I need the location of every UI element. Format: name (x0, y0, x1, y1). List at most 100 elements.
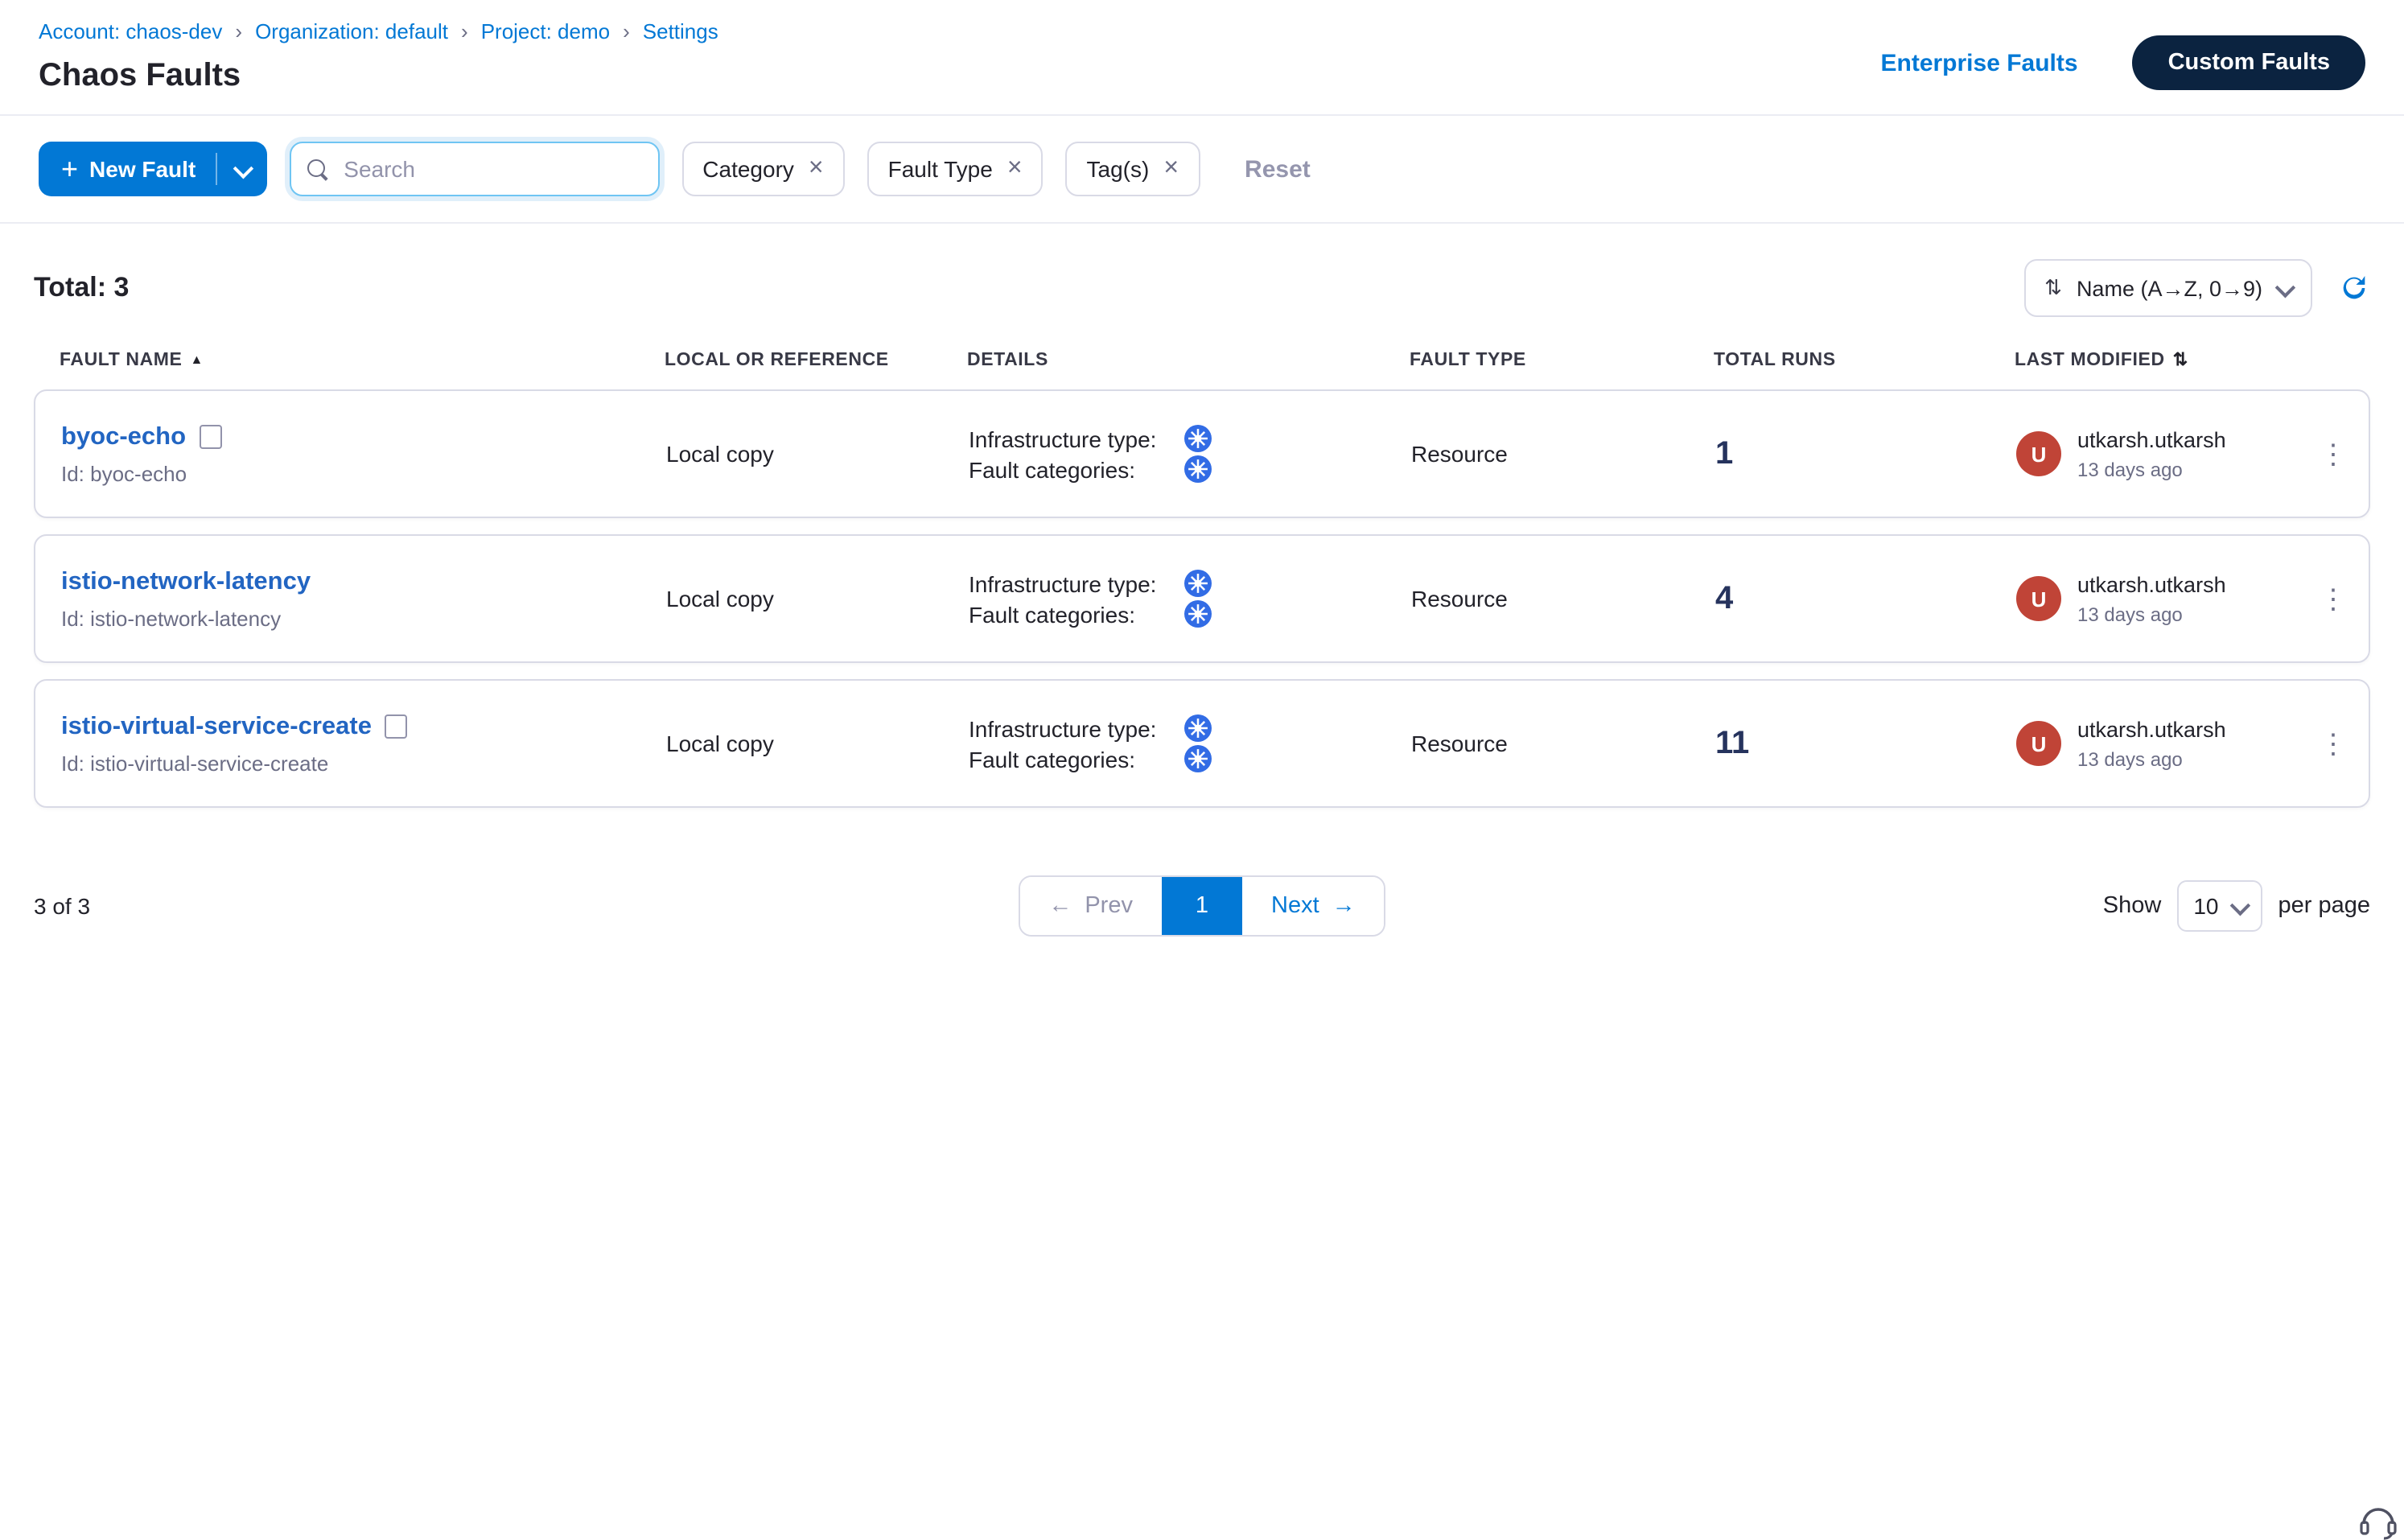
local-or-reference-cell: Local copy (666, 731, 969, 756)
modified-by: utkarsh.utkarsh (2077, 717, 2226, 741)
infrastructure-type-label: Infrastructure type: (969, 715, 1165, 741)
fault-name-link[interactable]: istio-network-latency (61, 567, 311, 596)
pagination-controls: ← Prev 1 Next → (1018, 875, 1385, 937)
infrastructure-type-label: Infrastructure type: (969, 426, 1165, 451)
filter-chip-category[interactable]: Category × (681, 142, 844, 196)
search-input[interactable] (340, 154, 641, 183)
fault-name-link[interactable]: byoc-echo (61, 422, 186, 451)
fault-id: Id: byoc-echo (61, 461, 666, 485)
sort-dropdown-label: Name (A→Z, 0→9) (2077, 276, 2262, 300)
column-header-fault-type: FAULT TYPE (1410, 350, 1714, 369)
fault-category-icon (1184, 455, 1212, 483)
filter-chip-label: Fault Type (888, 156, 993, 182)
column-header-fault-name[interactable]: FAULT NAME ▲ (60, 350, 665, 369)
fault-type-cell: Resource (1411, 586, 1715, 611)
filter-chip-label: Category (702, 156, 794, 182)
modified-at: 13 days ago (2077, 458, 2226, 480)
close-icon[interactable]: × (1163, 156, 1179, 182)
total-runs-cell: 4 (1715, 580, 2016, 617)
sort-both-icon: ⇅ (2173, 349, 2188, 370)
fault-categories-label: Fault categories: (969, 456, 1165, 482)
page-title: Chaos Faults (39, 58, 718, 95)
table-row: byoc-echo Id: byoc-echo Local copy Infra… (34, 389, 2370, 518)
toolbar: + New Fault Category × Fault Type × Tag(… (0, 116, 2404, 224)
column-header-details: DETAILS (967, 350, 1410, 369)
sort-ascending-icon: ▲ (191, 352, 204, 367)
page-number-button[interactable]: 1 (1162, 877, 1242, 935)
close-icon[interactable]: × (809, 156, 824, 182)
total-runs-cell: 1 (1715, 435, 2016, 472)
chevron-right-icon: › (623, 19, 630, 43)
kebab-menu-icon[interactable]: ⋮ (2313, 579, 2353, 619)
next-page-button[interactable]: Next → (1242, 877, 1385, 935)
table-row: istio-virtual-service-create Id: istio-v… (34, 679, 2370, 808)
show-label: Show (2103, 893, 2162, 919)
page-header: Account: chaos-dev › Organization: defau… (0, 0, 2404, 116)
kubernetes-icon (1184, 570, 1212, 597)
enterprise-faults-link[interactable]: Enterprise Faults (1881, 49, 2078, 76)
table-row: istio-network-latency Id: istio-network-… (34, 534, 2370, 663)
page-size-select[interactable]: 10 (2177, 880, 2262, 932)
pagination: 3 of 3 ← Prev 1 Next → Show 10 per page (34, 875, 2370, 937)
page-size-value: 10 (2193, 893, 2218, 919)
fault-type-cell: Resource (1411, 441, 1715, 467)
column-header-last-modified[interactable]: LAST MODIFIED ⇅ (2015, 349, 2299, 370)
reset-filters-button[interactable]: Reset (1245, 155, 1311, 183)
fault-icon (199, 425, 221, 449)
modified-at: 13 days ago (2077, 603, 2226, 625)
custom-faults-button[interactable]: Custom Faults (2133, 35, 2365, 90)
chevron-right-icon: › (461, 19, 468, 43)
prev-page-button[interactable]: ← Prev (1019, 877, 1162, 935)
fault-categories-label: Fault categories: (969, 601, 1165, 627)
headset-icon[interactable] (2357, 1501, 2399, 1540)
fault-type-cell: Resource (1411, 731, 1715, 756)
local-or-reference-cell: Local copy (666, 441, 969, 467)
chevron-right-icon: › (235, 19, 242, 43)
modified-at: 13 days ago (2077, 747, 2226, 770)
avatar: U (2016, 431, 2061, 476)
local-or-reference-cell: Local copy (666, 586, 969, 611)
pagination-count: 3 of 3 (34, 893, 1018, 919)
filter-chip-fault-type[interactable]: Fault Type × (867, 142, 1044, 196)
column-header-total-runs: TOTAL RUNS (1714, 350, 2015, 369)
close-icon[interactable]: × (1007, 156, 1023, 182)
avatar: U (2016, 721, 2061, 766)
sort-dropdown[interactable]: ⇅ Name (A→Z, 0→9) (2023, 259, 2312, 317)
chevron-down-icon (233, 158, 253, 178)
chevron-down-icon (2275, 277, 2295, 297)
arrow-right-icon: → (1332, 893, 1356, 919)
avatar: U (2016, 576, 2061, 621)
infrastructure-type-label: Infrastructure type: (969, 570, 1165, 596)
chaos-faults-page: Account: chaos-dev › Organization: defau… (0, 0, 2404, 1540)
breadcrumb-settings[interactable]: Settings (643, 19, 718, 43)
total-runs-cell: 11 (1715, 725, 2016, 762)
breadcrumb-organization[interactable]: Organization: default (255, 19, 448, 43)
new-fault-label: New Fault (89, 156, 196, 182)
chevron-down-icon (2229, 895, 2250, 915)
breadcrumb: Account: chaos-dev › Organization: defau… (39, 19, 718, 43)
fault-category-icon (1184, 745, 1212, 772)
fault-id: Id: istio-virtual-service-create (61, 751, 666, 775)
fault-icon (385, 714, 407, 739)
fault-name-link[interactable]: istio-virtual-service-create (61, 712, 372, 741)
fault-id: Id: istio-network-latency (61, 606, 666, 630)
new-fault-dropdown[interactable] (216, 142, 266, 196)
search-icon (307, 159, 327, 179)
fault-categories-label: Fault categories: (969, 746, 1165, 772)
kubernetes-icon (1184, 425, 1212, 452)
total-count: Total: 3 (34, 272, 129, 304)
filter-chip-tags[interactable]: Tag(s) × (1066, 142, 1200, 196)
search-box (289, 142, 659, 196)
filter-chip-label: Tag(s) (1087, 156, 1150, 182)
new-fault-button[interactable]: + New Fault (39, 142, 266, 196)
kebab-menu-icon[interactable]: ⋮ (2313, 434, 2353, 474)
breadcrumb-project[interactable]: Project: demo (481, 19, 610, 43)
per-page-label: per page (2278, 893, 2371, 919)
plus-icon: + (61, 154, 78, 183)
modified-by: utkarsh.utkarsh (2077, 572, 2226, 596)
modified-by: utkarsh.utkarsh (2077, 427, 2226, 451)
kebab-menu-icon[interactable]: ⋮ (2313, 723, 2353, 764)
breadcrumb-account[interactable]: Account: chaos-dev (39, 19, 222, 43)
refresh-icon[interactable] (2338, 272, 2370, 304)
kubernetes-icon (1184, 714, 1212, 742)
